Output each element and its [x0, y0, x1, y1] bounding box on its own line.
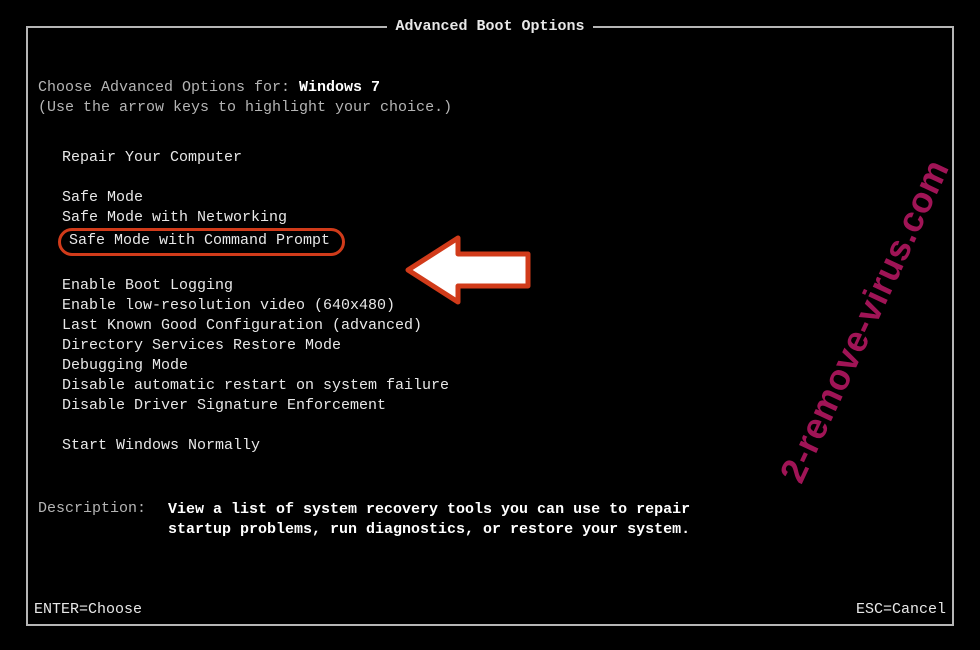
choose-line: Choose Advanced Options for: Windows 7: [38, 78, 942, 98]
description-block: Description: View a list of system recov…: [38, 500, 942, 540]
menu-item-safe-mode-cmd[interactable]: Safe Mode with Command Prompt: [58, 228, 345, 256]
menu-item-last-known-good[interactable]: Last Known Good Configuration (advanced): [58, 316, 426, 336]
footer-bar: ENTER=Choose ESC=Cancel: [34, 601, 946, 618]
menu-item-disable-auto-restart[interactable]: Disable automatic restart on system fail…: [58, 376, 453, 396]
menu-group-3: Enable Boot Logging Enable low-resolutio…: [58, 276, 942, 416]
footer-esc: ESC=Cancel: [856, 601, 946, 618]
menu-item-debugging[interactable]: Debugging Mode: [58, 356, 192, 376]
menu-item-safe-mode-networking[interactable]: Safe Mode with Networking: [58, 208, 291, 228]
title-bar: Advanced Boot Options: [28, 18, 952, 35]
content-area: Choose Advanced Options for: Windows 7 (…: [28, 28, 952, 540]
menu-item-low-res[interactable]: Enable low-resolution video (640x480): [58, 296, 399, 316]
choose-prefix: Choose Advanced Options for:: [38, 79, 299, 96]
os-name: Windows 7: [299, 79, 380, 96]
boot-menu[interactable]: Repair Your Computer Safe Mode Safe Mode…: [58, 148, 942, 456]
boot-options-screen: Advanced Boot Options Choose Advanced Op…: [26, 26, 954, 626]
hint-line: (Use the arrow keys to highlight your ch…: [38, 98, 942, 118]
description-text: View a list of system recovery tools you…: [168, 500, 708, 540]
menu-group-2: Safe Mode Safe Mode with Networking Safe…: [58, 188, 942, 256]
menu-group-4: Start Windows Normally: [58, 436, 942, 456]
menu-item-boot-logging[interactable]: Enable Boot Logging: [58, 276, 237, 296]
menu-item-disable-driver-sig[interactable]: Disable Driver Signature Enforcement: [58, 396, 390, 416]
menu-group-1: Repair Your Computer: [58, 148, 942, 168]
menu-item-ds-restore[interactable]: Directory Services Restore Mode: [58, 336, 345, 356]
footer-enter: ENTER=Choose: [34, 601, 142, 618]
menu-item-safe-mode[interactable]: Safe Mode: [58, 188, 147, 208]
description-label: Description:: [38, 500, 168, 540]
screen-title: Advanced Boot Options: [387, 18, 592, 35]
menu-item-repair[interactable]: Repair Your Computer: [58, 148, 246, 168]
menu-item-start-normally[interactable]: Start Windows Normally: [58, 436, 264, 456]
